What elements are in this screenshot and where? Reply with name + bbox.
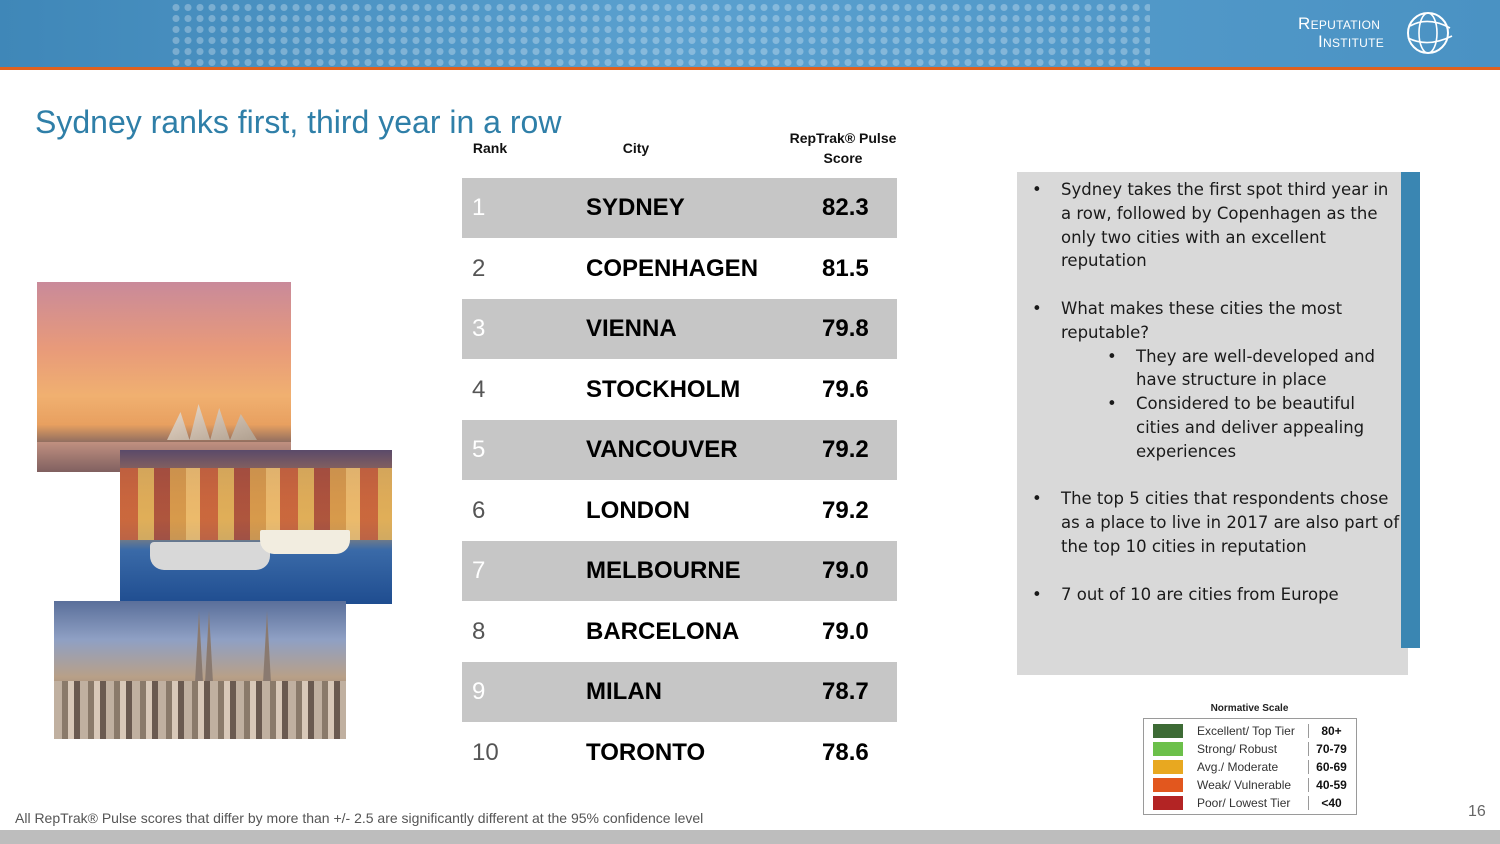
scale-range: 60-69 — [1308, 760, 1354, 774]
normative-scale-title: Normative Scale — [1210, 703, 1289, 714]
city-cell: COPENHAGEN — [586, 254, 759, 282]
copenhagen-photo — [120, 450, 392, 604]
scale-swatch — [1153, 724, 1183, 738]
city-cell: MILAN — [586, 678, 662, 705]
sydney-photo — [37, 282, 291, 472]
scale-row: Avg./ Moderate 60-69 — [1144, 759, 1356, 777]
header-banner — [0, 0, 1500, 67]
score-cell: 79.6 — [822, 375, 869, 403]
score-cell: 79.2 — [822, 496, 869, 524]
rank-cell: 2 — [472, 254, 486, 282]
scale-label: Poor/ Lowest Tier — [1197, 796, 1291, 810]
city-cell: VANCOUVER — [586, 436, 738, 463]
scale-label: Weak/ Vulnerable — [1197, 778, 1292, 792]
city-cell: VIENNA — [586, 315, 677, 342]
logo-line1: Reputation — [1298, 14, 1381, 33]
table-row: 6 LONDON 79.2 — [462, 481, 897, 541]
scale-range: <40 — [1308, 796, 1354, 810]
scale-swatch — [1153, 760, 1183, 774]
scale-row: Excellent/ Top Tier 80+ — [1144, 723, 1356, 741]
city-cell: MELBOURNE — [586, 557, 741, 584]
score-cell: 81.5 — [822, 254, 869, 282]
score-cell: 79.2 — [822, 436, 869, 463]
city-column-header: City — [622, 140, 650, 156]
scale-label: Avg./ Moderate — [1197, 760, 1279, 774]
table-row: 4 STOCKHOLM 79.6 — [462, 360, 897, 420]
score-cell: 79.0 — [822, 557, 869, 584]
score-column-header: RepTrak® Pulse Score — [789, 130, 897, 166]
footnote: All RepTrak® Pulse scores that differ by… — [15, 810, 704, 826]
logo-line2: Institute — [1318, 32, 1385, 51]
bullet-item: Sydney takes the first spot third year i… — [1030, 178, 1400, 273]
table-row: 8 BARCELONA 79.0 — [462, 602, 897, 662]
footer-bar — [0, 830, 1500, 844]
panel-accent-bar — [1401, 172, 1420, 648]
table-row: 7 MELBOURNE 79.0 — [462, 541, 897, 601]
rank-cell: 9 — [472, 678, 486, 705]
scale-label: Excellent/ Top Tier — [1197, 724, 1295, 738]
score-cell: 78.6 — [822, 738, 869, 766]
scale-row: Poor/ Lowest Tier <40 — [1144, 795, 1356, 813]
score-cell: 79.8 — [822, 315, 869, 342]
nyhavn-houses — [120, 468, 392, 540]
rank-cell: 7 — [472, 557, 486, 584]
page-number: 16 — [1468, 803, 1486, 820]
table-row: 9 MILAN 78.7 — [462, 662, 897, 722]
scale-range: 80+ — [1308, 724, 1354, 738]
bullet-item: What makes these cities the most reputab… — [1030, 297, 1400, 345]
globe-icon — [1407, 12, 1453, 54]
city-cell: LONDON — [586, 496, 690, 524]
table-row: 10 TORONTO 78.6 — [462, 723, 897, 783]
city-cell: SYDNEY — [586, 194, 685, 221]
vienna-photo — [54, 601, 346, 739]
rank-cell: 1 — [472, 194, 486, 221]
table-row: 5 VANCOUVER 79.2 — [462, 420, 897, 480]
normative-scale-legend: Excellent/ Top Tier 80+ Strong/ Robust 70-7… — [1143, 718, 1357, 815]
table-row: 2 COPENHAGEN 81.5 — [462, 239, 897, 299]
rank-cell: 3 — [472, 315, 486, 342]
rank-cell: 10 — [472, 738, 499, 766]
rank-cell: 6 — [472, 496, 486, 524]
sub-bullet-item: They are well-developed and have structu… — [1030, 345, 1400, 393]
scale-swatch — [1153, 796, 1183, 810]
world-map-dots — [170, 2, 1150, 66]
table-row: 1 SYDNEY 82.3 — [462, 178, 897, 238]
table-row: 3 VIENNA 79.8 — [462, 299, 897, 359]
reputation-institute-logo: Reputation Institute — [1298, 12, 1468, 56]
rank-column-header: Rank — [472, 140, 508, 156]
sail-boat — [260, 530, 350, 554]
score-cell: 78.7 — [822, 678, 869, 705]
rank-cell: 5 — [472, 436, 486, 463]
city-cell: STOCKHOLM — [586, 375, 741, 403]
page-title: Sydney ranks first, third year in a row — [35, 104, 562, 140]
bullet-item: The top 5 cities that respondents chose … — [1030, 487, 1400, 558]
score-cell: 82.3 — [822, 194, 869, 221]
bullet-item: 7 out of 10 are cities from Europe — [1030, 583, 1400, 607]
scale-row: Strong/ Robust 70-79 — [1144, 741, 1356, 759]
city-cell: TORONTO — [586, 738, 706, 766]
insights-list: Sydney takes the first spot third year i… — [1030, 178, 1400, 606]
scale-row: Weak/ Vulnerable 40-59 — [1144, 777, 1356, 795]
scale-label: Strong/ Robust — [1197, 742, 1278, 756]
scale-swatch — [1153, 778, 1183, 792]
scale-range: 70-79 — [1308, 742, 1354, 756]
scale-swatch — [1153, 742, 1183, 756]
opera-house-shape — [167, 404, 257, 440]
scale-range: 40-59 — [1308, 778, 1354, 792]
header-rule — [0, 67, 1500, 70]
sub-bullet-item: Considered to be beautiful cities and de… — [1030, 392, 1400, 463]
score-cell: 79.0 — [822, 617, 869, 645]
vienna-rooftops — [54, 681, 346, 739]
rank-cell: 8 — [472, 617, 486, 645]
tour-boat — [150, 542, 270, 570]
rank-cell: 4 — [472, 375, 486, 403]
city-cell: BARCELONA — [586, 617, 740, 645]
